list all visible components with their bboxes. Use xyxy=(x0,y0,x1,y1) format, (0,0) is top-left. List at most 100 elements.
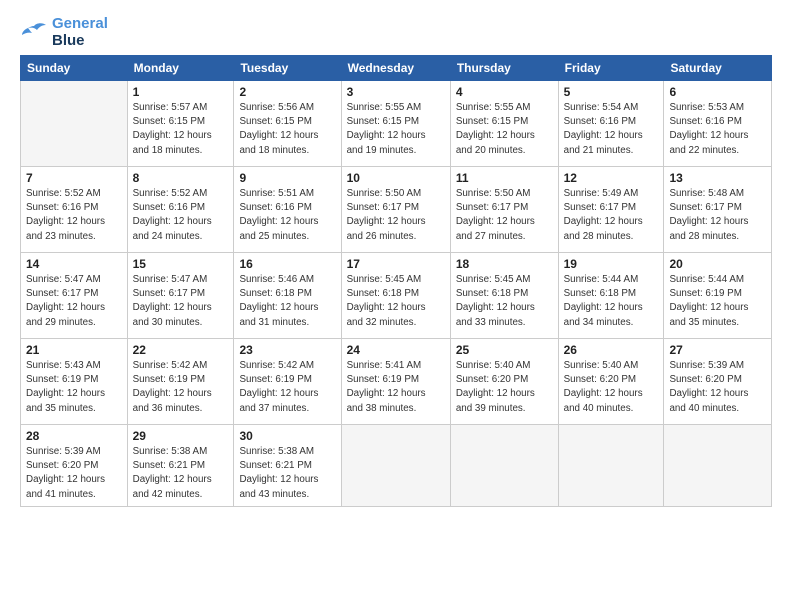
day-number: 26 xyxy=(564,343,659,357)
calendar-day-20: 20 Sunrise: 5:44 AMSunset: 6:19 PMDayligh… xyxy=(664,253,772,339)
calendar-table: SundayMondayTuesdayWednesdayThursdayFrid… xyxy=(20,55,772,507)
day-number: 6 xyxy=(669,85,766,99)
header: General Blue xyxy=(20,16,772,49)
day-info: Sunrise: 5:46 AMSunset: 6:18 PMDaylight:… xyxy=(239,273,335,330)
day-info: Sunrise: 5:50 AMSunset: 6:17 PMDaylight:… xyxy=(347,187,445,244)
calendar-day-7: 7 Sunrise: 5:52 AMSunset: 6:16 PMDaylight… xyxy=(21,167,128,253)
calendar-day-1: 1 Sunrise: 5:57 AMSunset: 6:15 PMDaylight… xyxy=(127,81,234,167)
day-info: Sunrise: 5:55 AMSunset: 6:15 PMDaylight:… xyxy=(456,101,553,158)
weekday-header-thursday: Thursday xyxy=(450,56,558,81)
day-info: Sunrise: 5:47 AMSunset: 6:17 PMDaylight:… xyxy=(133,273,229,330)
calendar-day-8: 8Sunrise: 5:52 AMSunset: 6:16 PMDaylight… xyxy=(127,167,234,253)
calendar-day-13: 13 Sunrise: 5:48 AMSunset: 6:17 PMDayligh… xyxy=(664,167,772,253)
day-number: 29 xyxy=(133,429,229,443)
calendar-day-28: 28 Sunrise: 5:39 AMSunset: 6:20 PMDayligh… xyxy=(21,425,128,507)
calendar-day-16: 16 Sunrise: 5:46 AMSunset: 6:18 PMDayligh… xyxy=(234,253,341,339)
logo-text: General Blue xyxy=(52,16,108,49)
day-number: 25 xyxy=(456,343,553,357)
day-info: Sunrise: 5:44 AMSunset: 6:19 PMDaylight:… xyxy=(669,273,766,330)
day-info: Sunrise: 5:43 AMSunset: 6:19 PMDaylight:… xyxy=(26,359,122,416)
day-info: Sunrise: 5:42 AMSunset: 6:19 PMDaylight:… xyxy=(239,359,335,416)
weekday-header-wednesday: Wednesday xyxy=(341,56,450,81)
calendar-week-5: 28 Sunrise: 5:39 AMSunset: 6:20 PMDayligh… xyxy=(21,425,772,507)
calendar-day-17: 17Sunrise: 5:45 AMSunset: 6:18 PMDayligh… xyxy=(341,253,450,339)
calendar-week-4: 21 Sunrise: 5:43 AMSunset: 6:19 PMDayligh… xyxy=(21,339,772,425)
calendar-day-empty xyxy=(450,425,558,507)
weekday-header-row: SundayMondayTuesdayWednesdayThursdayFrid… xyxy=(21,56,772,81)
day-info: Sunrise: 5:47 AMSunset: 6:17 PMDaylight:… xyxy=(26,273,122,330)
logo: General Blue xyxy=(20,16,108,49)
day-number: 9 xyxy=(239,171,335,185)
day-number: 21 xyxy=(26,343,122,357)
calendar-day-10: 10Sunrise: 5:50 AMSunset: 6:17 PMDayligh… xyxy=(341,167,450,253)
calendar-day-25: 25Sunrise: 5:40 AMSunset: 6:20 PMDayligh… xyxy=(450,339,558,425)
weekday-header-tuesday: Tuesday xyxy=(234,56,341,81)
day-number: 30 xyxy=(239,429,335,443)
calendar-day-18: 18Sunrise: 5:45 AMSunset: 6:18 PMDayligh… xyxy=(450,253,558,339)
day-number: 20 xyxy=(669,257,766,271)
calendar-week-1: 1 Sunrise: 5:57 AMSunset: 6:15 PMDaylight… xyxy=(21,81,772,167)
day-number: 1 xyxy=(133,85,229,99)
day-info: Sunrise: 5:48 AMSunset: 6:17 PMDaylight:… xyxy=(669,187,766,244)
day-info: Sunrise: 5:45 AMSunset: 6:18 PMDaylight:… xyxy=(456,273,553,330)
calendar-day-2: 2Sunrise: 5:56 AMSunset: 6:15 PMDaylight… xyxy=(234,81,341,167)
page-container: General Blue SundayMondayTuesdayWednesda… xyxy=(0,0,792,517)
day-info: Sunrise: 5:55 AMSunset: 6:15 PMDaylight:… xyxy=(347,101,445,158)
day-info: Sunrise: 5:54 AMSunset: 6:16 PMDaylight:… xyxy=(564,101,659,158)
day-number: 8 xyxy=(133,171,229,185)
day-info: Sunrise: 5:49 AMSunset: 6:17 PMDaylight:… xyxy=(564,187,659,244)
weekday-header-saturday: Saturday xyxy=(664,56,772,81)
day-number: 24 xyxy=(347,343,445,357)
day-info: Sunrise: 5:53 AMSunset: 6:16 PMDaylight:… xyxy=(669,101,766,158)
calendar-day-21: 21 Sunrise: 5:43 AMSunset: 6:19 PMDayligh… xyxy=(21,339,128,425)
calendar-week-2: 7 Sunrise: 5:52 AMSunset: 6:16 PMDaylight… xyxy=(21,167,772,253)
calendar-day-23: 23 Sunrise: 5:42 AMSunset: 6:19 PMDayligh… xyxy=(234,339,341,425)
calendar-day-19: 19 Sunrise: 5:44 AMSunset: 6:18 PMDayligh… xyxy=(558,253,664,339)
day-info: Sunrise: 5:57 AMSunset: 6:15 PMDaylight:… xyxy=(133,101,229,158)
day-info: Sunrise: 5:39 AMSunset: 6:20 PMDaylight:… xyxy=(26,445,122,502)
calendar-day-15: 15 Sunrise: 5:47 AMSunset: 6:17 PMDayligh… xyxy=(127,253,234,339)
weekday-header-friday: Friday xyxy=(558,56,664,81)
day-number: 5 xyxy=(564,85,659,99)
calendar-day-27: 27Sunrise: 5:39 AMSunset: 6:20 PMDayligh… xyxy=(664,339,772,425)
day-info: Sunrise: 5:50 AMSunset: 6:17 PMDaylight:… xyxy=(456,187,553,244)
calendar-day-empty xyxy=(341,425,450,507)
calendar-day-30: 30 Sunrise: 5:38 AMSunset: 6:21 PMDayligh… xyxy=(234,425,341,507)
day-info: Sunrise: 5:52 AMSunset: 6:16 PMDaylight:… xyxy=(26,187,122,244)
logo-icon xyxy=(20,22,48,44)
day-number: 19 xyxy=(564,257,659,271)
day-number: 2 xyxy=(239,85,335,99)
calendar-day-14: 14 Sunrise: 5:47 AMSunset: 6:17 PMDayligh… xyxy=(21,253,128,339)
day-number: 22 xyxy=(133,343,229,357)
day-number: 11 xyxy=(456,171,553,185)
day-info: Sunrise: 5:44 AMSunset: 6:18 PMDaylight:… xyxy=(564,273,659,330)
day-number: 23 xyxy=(239,343,335,357)
day-number: 15 xyxy=(133,257,229,271)
weekday-header-monday: Monday xyxy=(127,56,234,81)
day-number: 16 xyxy=(239,257,335,271)
day-info: Sunrise: 5:42 AMSunset: 6:19 PMDaylight:… xyxy=(133,359,229,416)
calendar-day-empty xyxy=(664,425,772,507)
day-info: Sunrise: 5:38 AMSunset: 6:21 PMDaylight:… xyxy=(133,445,229,502)
calendar-day-26: 26Sunrise: 5:40 AMSunset: 6:20 PMDayligh… xyxy=(558,339,664,425)
calendar-day-9: 9 Sunrise: 5:51 AMSunset: 6:16 PMDaylight… xyxy=(234,167,341,253)
calendar-day-12: 12 Sunrise: 5:49 AMSunset: 6:17 PMDayligh… xyxy=(558,167,664,253)
calendar-day-6: 6 Sunrise: 5:53 AMSunset: 6:16 PMDaylight… xyxy=(664,81,772,167)
day-number: 28 xyxy=(26,429,122,443)
calendar-day-3: 3 Sunrise: 5:55 AMSunset: 6:15 PMDaylight… xyxy=(341,81,450,167)
day-number: 3 xyxy=(347,85,445,99)
calendar-week-3: 14 Sunrise: 5:47 AMSunset: 6:17 PMDayligh… xyxy=(21,253,772,339)
day-info: Sunrise: 5:45 AMSunset: 6:18 PMDaylight:… xyxy=(347,273,445,330)
day-number: 14 xyxy=(26,257,122,271)
calendar-day-4: 4Sunrise: 5:55 AMSunset: 6:15 PMDaylight… xyxy=(450,81,558,167)
calendar-day-22: 22 Sunrise: 5:42 AMSunset: 6:19 PMDayligh… xyxy=(127,339,234,425)
day-info: Sunrise: 5:41 AMSunset: 6:19 PMDaylight:… xyxy=(347,359,445,416)
calendar-day-empty xyxy=(21,81,128,167)
day-number: 27 xyxy=(669,343,766,357)
day-info: Sunrise: 5:51 AMSunset: 6:16 PMDaylight:… xyxy=(239,187,335,244)
day-number: 13 xyxy=(669,171,766,185)
day-info: Sunrise: 5:38 AMSunset: 6:21 PMDaylight:… xyxy=(239,445,335,502)
calendar-day-empty xyxy=(558,425,664,507)
day-number: 7 xyxy=(26,171,122,185)
day-number: 12 xyxy=(564,171,659,185)
